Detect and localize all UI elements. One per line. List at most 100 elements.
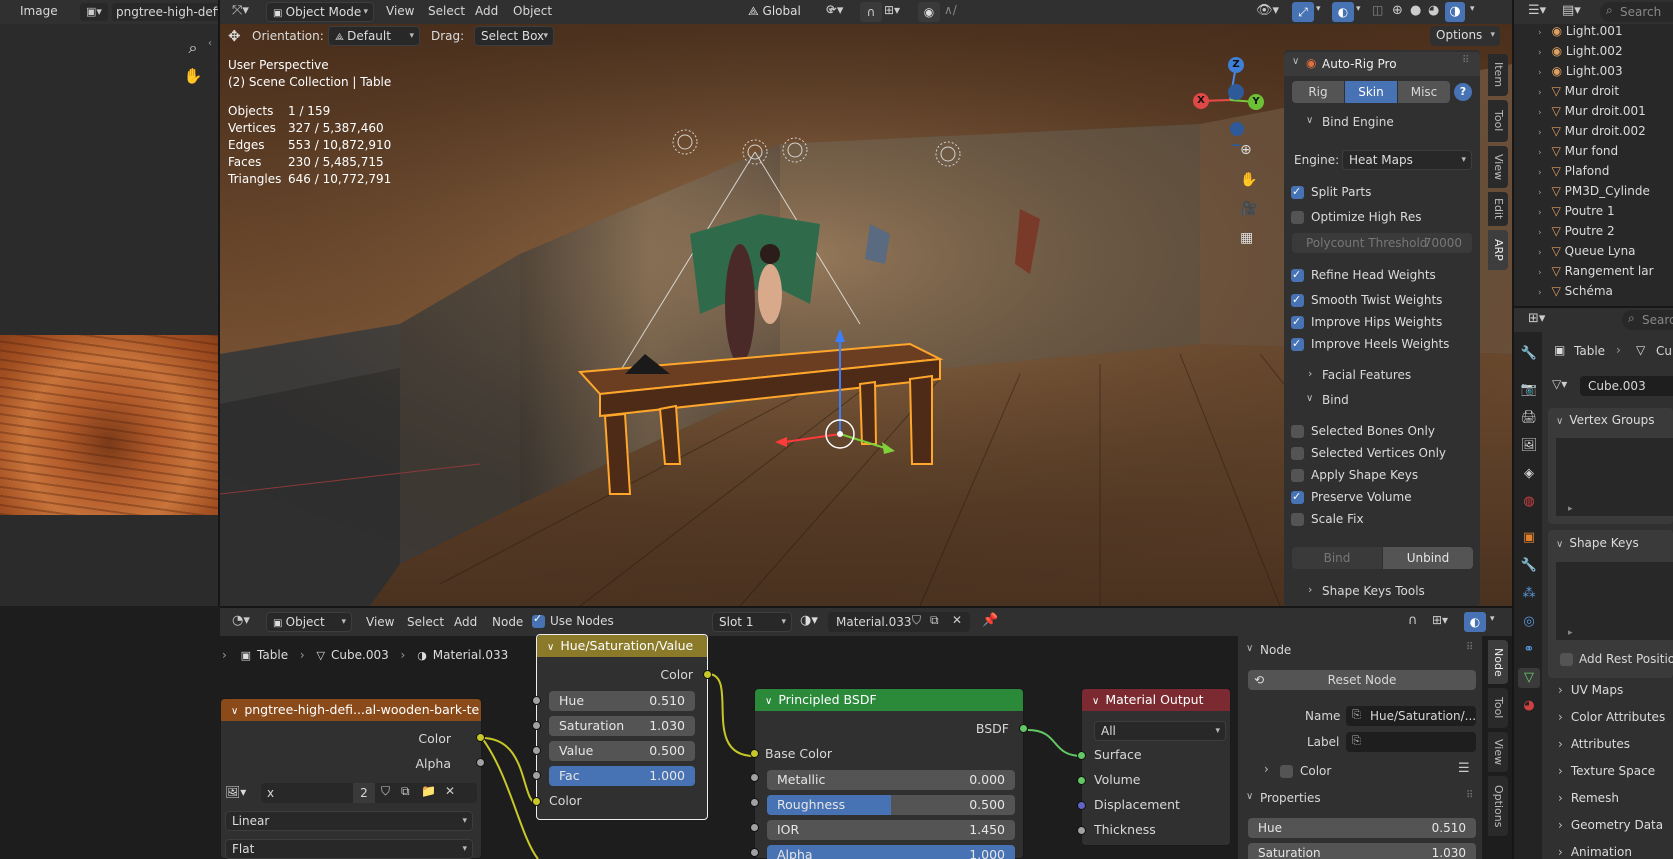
mesh-name-field[interactable]: Cube.003 [1580,376,1673,396]
image-texture-node[interactable]: ∨ pngtree-high-defi...al-wooden-bark-te C… [220,698,482,859]
constraints-tab-icon[interactable]: ⚭ [1518,640,1540,660]
help-icon[interactable]: ? [1454,83,1472,101]
tab-edit[interactable]: Edit [1488,192,1508,226]
visibility-icon[interactable]: 👁▾ [1256,3,1279,18]
hue-field[interactable]: Hue 0.510 [549,691,695,711]
expand-arrow-icon[interactable]: › [1538,108,1542,118]
expand-arrow-icon[interactable]: › [1538,128,1542,138]
shape-keys-list[interactable] [1556,562,1673,640]
falloff-icon[interactable]: ∧/ [944,3,957,17]
gizmo-neg-z-icon[interactable] [1230,122,1244,136]
options-button[interactable]: Options ▾ [1430,26,1500,46]
tab-node[interactable]: Node [1488,640,1508,684]
alpha-socket[interactable] [750,848,759,857]
shading-dropdown-icon[interactable]: ▾ [1470,4,1475,14]
modifier-tab-icon[interactable]: 🔧 [1518,556,1540,576]
interpolation-select[interactable]: Linear ▾ [225,811,473,831]
bind-engine-section[interactable]: ∨ Bind Engine [1284,110,1480,134]
texture-space-section[interactable]: › Texture Space [1548,759,1655,783]
viewport-menu-select[interactable]: Select [428,4,465,18]
texture-alpha-socket[interactable] [476,758,485,767]
gizmo-dropdown-icon[interactable]: ▾ [1316,4,1321,14]
outliner-item[interactable]: › ▽ Queue Lyna [1538,241,1636,261]
world-tab-icon[interactable]: ◍ [1518,492,1540,512]
node-menu-node[interactable]: Node [492,615,523,629]
shape-keys-section[interactable]: ∨ Shape Keys [1548,531,1639,555]
option-improve-heels[interactable]: Improve Heels Weights [1291,335,1449,353]
viewport-menu-object[interactable]: Object [513,4,552,18]
expand-arrow-icon[interactable]: › [1538,208,1542,218]
selected-vertices-checkbox[interactable] [1291,447,1304,460]
drag-handle-icon[interactable]: ⠿ [1462,55,1469,66]
tab-tool[interactable]: Tool [1488,100,1508,142]
transform-move-icon[interactable]: ✥ [228,27,241,45]
scene-tab-icon[interactable]: ◈ [1518,464,1540,484]
mode-select[interactable]: ▣ Object Mode ▾ [266,2,374,22]
expand-arrow-icon[interactable]: › [1538,188,1542,198]
outliner-item[interactable]: › ▽ Schéma [1538,281,1613,301]
material-tab-icon[interactable]: ◕ [1518,696,1540,716]
shading-solid-icon[interactable]: ● [1410,3,1421,18]
tab-view[interactable]: View [1488,146,1508,188]
split-parts-checkbox[interactable] [1291,183,1304,201]
texture-users-count[interactable]: 2 [353,783,375,803]
viewport-menu-view[interactable]: View [386,4,414,18]
vertex-groups-list[interactable] [1556,438,1673,516]
image-texture-node-header[interactable]: ∨ pngtree-high-defi...al-wooden-bark-te [221,699,481,721]
outliner-item[interactable]: › ▽ Mur droit.001 [1538,101,1646,121]
ortho-grid-icon[interactable]: ▦ [1240,230,1253,246]
volume-socket[interactable] [1077,776,1086,785]
gizmo-y-icon[interactable]: Y [1248,94,1264,110]
use-nodes-option[interactable]: Use Nodes [532,612,614,628]
data-tab-icon[interactable]: ▽ [1518,668,1540,688]
expand-arrow-icon[interactable]: › [1538,48,1542,58]
image-browse-icon[interactable]: ▣▾ [80,3,108,21]
hsv-node-header[interactable]: ∨ Hue/Saturation/Value [537,635,707,657]
refine-head-checkbox[interactable] [1291,266,1304,284]
color-checkbox[interactable] [1280,765,1293,778]
fake-user-icon[interactable]: ⛉ [912,613,921,628]
base-color-socket[interactable] [750,749,759,758]
expand-arrow-icon[interactable]: › [1538,28,1542,38]
arp-tab-skin[interactable]: Skin [1345,81,1397,103]
saturation-field[interactable]: Saturation 1.030 [549,716,695,736]
hsv-hue-socket[interactable] [532,696,541,705]
fake-user-icon[interactable]: ⛉ [381,784,390,799]
overlays-toggle-icon[interactable]: ◐ [1332,2,1354,22]
outliner-search-input[interactable]: ⌕ Search [1600,2,1673,22]
shader-type-select[interactable]: ▣ Object ▾ [266,612,352,632]
slot-select[interactable]: Slot 1 ▾ [712,612,792,632]
collapse-arrow-icon[interactable]: ‹ [208,38,212,49]
color-subsection[interactable]: › Color ☰ [1260,760,1476,782]
list-resize-icon[interactable]: ▸ [1568,504,1573,514]
option-improve-hips[interactable]: Improve Hips Weights [1291,313,1442,331]
animation-section[interactable]: › Animation [1548,840,1632,859]
apply-shape-keys-checkbox[interactable] [1291,469,1304,482]
material-output-node[interactable]: ∨ Material Output All ▾ Surface Volume Dis… [1081,688,1231,846]
outliner-item[interactable]: › ◉ Light.001 [1538,21,1623,41]
value-field[interactable]: Value 0.500 [549,741,695,761]
add-rest-position-option[interactable]: Add Rest Position [1560,650,1673,668]
arp-tab-misc[interactable]: Misc [1398,81,1450,103]
option-selected-bones[interactable]: Selected Bones Only [1291,422,1435,440]
object-tab-icon[interactable]: ▣ [1518,528,1540,548]
expand-arrow-icon[interactable]: › [1538,68,1542,78]
node-section[interactable]: ∨ Node ⠿ [1238,638,1482,662]
ior-field[interactable]: IOR 1.450 [767,820,1015,840]
drag-handle-icon[interactable]: ⠿ [1466,642,1473,653]
tab-node-tool[interactable]: Tool [1488,688,1508,728]
use-nodes-checkbox[interactable] [532,612,545,628]
option-split-parts[interactable]: Split Parts [1291,183,1371,201]
node-menu-view[interactable]: View [366,615,394,629]
snap-icon[interactable]: ∩ [860,2,882,22]
zoom-icon[interactable]: ⌕ [183,38,203,58]
output-target-select[interactable]: All ▾ [1094,721,1226,741]
displacement-socket[interactable] [1077,801,1086,810]
xray-icon[interactable]: ◫ [1372,3,1383,17]
node-snap-icon[interactable]: ∩ [1408,613,1418,628]
option-optimize-high-res[interactable]: Optimize High Res [1291,208,1421,226]
node-name-field[interactable]: ⎘ Hue/Saturation/... [1346,706,1476,726]
thickness-socket[interactable] [1077,826,1086,835]
gizmo-toggle-icon[interactable]: ⤢ [1292,2,1314,22]
geometry-data-section[interactable]: › Geometry Data [1548,813,1663,837]
